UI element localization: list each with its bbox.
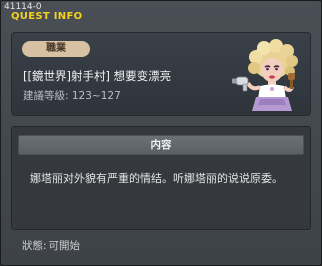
quest-description: 娜塔丽对外貌有严重的情结。听娜塔丽的说说原委。: [30, 172, 283, 185]
quest-content-panel: 内容 娜塔丽对外貌有严重的情结。听娜塔丽的说说原委。: [11, 126, 311, 230]
status-value: 可開始: [48, 240, 81, 252]
job-tag: 職業: [22, 41, 90, 57]
status-label: 狀態:: [22, 240, 47, 252]
window-title: QUEST INFO: [11, 11, 83, 22]
quest-header-panel: 職業 [[鏡世界]射手村] 想要变漂亮 建議等級: 123~127: [11, 32, 311, 116]
quest-name: [[鏡世界]射手村] 想要变漂亮: [23, 69, 172, 83]
quest-status: 狀態: 可開始: [22, 239, 80, 253]
recommended-level: 建議等級: 123~127: [23, 90, 121, 102]
quest-info-window: 41114-0 QUEST INFO 職業 [[鏡世界]射手村] 想要变漂亮 建…: [0, 0, 322, 266]
npc-portrait: [232, 39, 298, 111]
content-header: 内容: [18, 135, 304, 155]
